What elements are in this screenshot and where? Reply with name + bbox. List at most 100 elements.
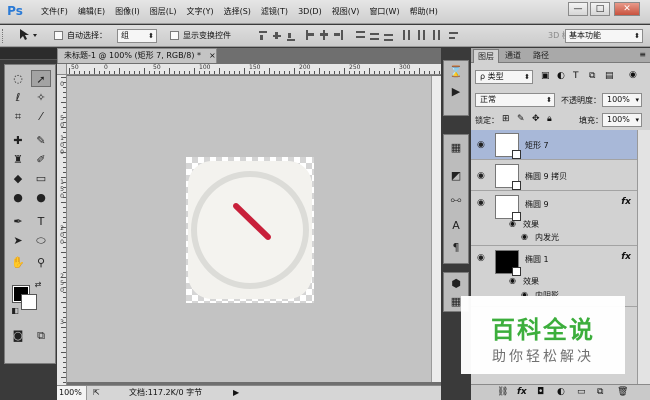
- character-icon[interactable]: A: [444, 217, 468, 235]
- new-layer-icon[interactable]: ⧉: [597, 387, 603, 397]
- zoom-tool-icon[interactable]: ⚲: [31, 254, 51, 271]
- marquee-tool-icon[interactable]: ◌: [8, 70, 28, 87]
- panel-menu-icon[interactable]: ≡: [639, 50, 646, 59]
- workspace-dropdown[interactable]: 基本功能 ⬍: [565, 29, 643, 43]
- auto-align-icon[interactable]: [448, 30, 458, 41]
- tab-paths[interactable]: 路径: [529, 49, 553, 63]
- minimize-button[interactable]: —: [568, 2, 588, 16]
- actions-play-icon[interactable]: ▶: [444, 83, 468, 101]
- horizontal-ruler[interactable]: 50 0 50 100 150 200 250 300: [67, 64, 441, 75]
- move-tool-preset-icon[interactable]: [18, 28, 42, 45]
- distribute-vcenter-icon[interactable]: [369, 30, 379, 41]
- layer-row[interactable]: ◉ 椭圆 9 拷贝: [471, 161, 637, 191]
- link-layers-icon[interactable]: ⛓︎: [497, 387, 508, 397]
- align-vcenter-icon[interactable]: [272, 30, 282, 41]
- menu-window[interactable]: 窗口(W): [364, 0, 404, 24]
- visibility-eye-icon[interactable]: ◉: [477, 253, 485, 263]
- effects-eye-icon[interactable]: ◉: [509, 219, 516, 228]
- lasso-tool-icon[interactable]: ℓ: [8, 89, 28, 106]
- crop-tool-icon[interactable]: ⌗: [8, 108, 28, 125]
- blend-mode-dropdown[interactable]: 正常 ⬍: [475, 93, 555, 107]
- gradient-tool-icon[interactable]: ▭: [31, 170, 51, 187]
- menu-filter[interactable]: 滤镜(T): [256, 0, 293, 24]
- ellipse-tool-icon[interactable]: ⬭: [31, 232, 51, 249]
- history-brush-tool-icon[interactable]: ✐: [31, 151, 51, 168]
- vertical-scrollbar[interactable]: [431, 76, 441, 382]
- add-style-icon[interactable]: fx: [517, 387, 527, 397]
- document-tab[interactable]: 未标题-1 @ 100% (矩形 7, RGB/8) * ×: [57, 48, 217, 63]
- brush-tool-icon[interactable]: ✎: [31, 132, 51, 149]
- new-adjustment-icon[interactable]: ◐: [557, 387, 565, 397]
- show-transform-checkbox[interactable]: [170, 31, 179, 40]
- smart-object-filter-icon[interactable]: ▤: [605, 71, 614, 81]
- pen-tool-icon[interactable]: ✒: [8, 213, 28, 230]
- lock-all-icon[interactable]: 🔒︎: [547, 114, 552, 124]
- layers-scrollbar[interactable]: [637, 130, 650, 384]
- menu-image[interactable]: 图像(I): [110, 0, 145, 24]
- adjust-sliders-icon[interactable]: ⧟: [444, 191, 468, 209]
- default-colors-icon[interactable]: ◧: [9, 306, 21, 316]
- auto-select-checkbox[interactable]: [54, 31, 63, 40]
- tab-channels[interactable]: 通道: [501, 49, 525, 63]
- trash-icon[interactable]: 🗑︎: [617, 387, 628, 397]
- lock-pixels-icon[interactable]: ✎: [517, 114, 525, 124]
- layer-kind-filter[interactable]: ρ 类型 ⬍: [475, 70, 533, 84]
- fill-field[interactable]: 100% ▾: [602, 113, 642, 127]
- add-mask-icon[interactable]: ◘: [537, 387, 544, 397]
- hand-tool-icon[interactable]: ✋: [8, 254, 28, 271]
- menu-help[interactable]: 帮助(H): [405, 0, 443, 24]
- vertical-ruler[interactable]: 0 5 0 1 0 0 1 5 0 2 0 0 2 5 0 3: [57, 75, 67, 385]
- type-tool-icon[interactable]: T: [31, 213, 51, 230]
- menu-layer[interactable]: 图层(L): [145, 0, 182, 24]
- healing-brush-tool-icon[interactable]: ✚: [8, 132, 28, 149]
- opacity-field[interactable]: 100% ▾: [602, 93, 642, 107]
- visibility-eye-icon[interactable]: ◉: [477, 198, 485, 208]
- distribute-hcenter-icon[interactable]: [416, 30, 426, 41]
- auto-select-dropdown[interactable]: 组 ⬍: [117, 29, 157, 43]
- clone-stamp-tool-icon[interactable]: ♜: [8, 151, 28, 168]
- menu-type[interactable]: 文字(Y): [181, 0, 218, 24]
- dodge-tool-icon[interactable]: ●: [31, 189, 51, 206]
- type-filter-icon[interactable]: T: [573, 71, 579, 81]
- close-tab-icon[interactable]: ×: [209, 51, 216, 60]
- path-select-tool-icon[interactable]: ➤: [8, 232, 28, 249]
- lock-position-icon[interactable]: ✥: [532, 114, 540, 124]
- export-icon[interactable]: ⇱: [93, 386, 100, 400]
- screen-mode-icon[interactable]: ⧉: [31, 327, 51, 344]
- distribute-right-icon[interactable]: [430, 30, 440, 41]
- swap-colors-icon[interactable]: ⇄: [32, 280, 44, 290]
- zoom-level-field[interactable]: 100%: [57, 386, 87, 400]
- menu-edit[interactable]: 编辑(E): [73, 0, 110, 24]
- filter-toggle-icon[interactable]: ◉: [629, 70, 637, 80]
- layer-effects-icon[interactable]: fx: [621, 197, 631, 207]
- quick-mask-icon[interactable]: ◙: [8, 327, 28, 344]
- effects-eye-icon[interactable]: ◉: [509, 276, 516, 285]
- layer-effects-icon[interactable]: fx: [621, 252, 631, 262]
- visibility-eye-icon[interactable]: ◉: [477, 171, 485, 181]
- move-tool-icon[interactable]: ➚: [31, 70, 51, 87]
- align-hcenter-icon[interactable]: [319, 30, 329, 41]
- eraser-tool-icon[interactable]: ◆: [8, 170, 28, 187]
- new-group-icon[interactable]: ▭: [577, 387, 586, 397]
- distribute-bottom-icon[interactable]: [383, 30, 393, 41]
- 3d-icon[interactable]: ⬢: [444, 275, 468, 293]
- layer-row[interactable]: ◉ 矩形 7: [471, 130, 637, 160]
- history-icon[interactable]: ⌛: [444, 63, 468, 81]
- align-left-icon[interactable]: [305, 30, 315, 41]
- effect-eye-icon[interactable]: ◉: [521, 232, 528, 241]
- brush-presets-icon[interactable]: ▦: [444, 139, 468, 157]
- swatches-icon[interactable]: ◩: [444, 167, 468, 185]
- maximize-button[interactable]: □: [590, 2, 610, 16]
- background-color-swatch[interactable]: [21, 294, 37, 310]
- close-button[interactable]: ✕: [614, 2, 640, 16]
- paragraph-icon[interactable]: ¶: [444, 239, 468, 257]
- distribute-top-icon[interactable]: [355, 30, 365, 41]
- document-canvas[interactable]: [186, 157, 314, 303]
- adjustment-filter-icon[interactable]: ◐: [557, 71, 565, 81]
- visibility-eye-icon[interactable]: ◉: [477, 140, 485, 150]
- status-arrow-icon[interactable]: ▶: [233, 386, 239, 400]
- menu-file[interactable]: 文件(F): [36, 0, 73, 24]
- blur-tool-icon[interactable]: ●: [8, 189, 28, 206]
- menu-3d[interactable]: 3D(D): [293, 0, 327, 24]
- align-top-icon[interactable]: [258, 30, 268, 41]
